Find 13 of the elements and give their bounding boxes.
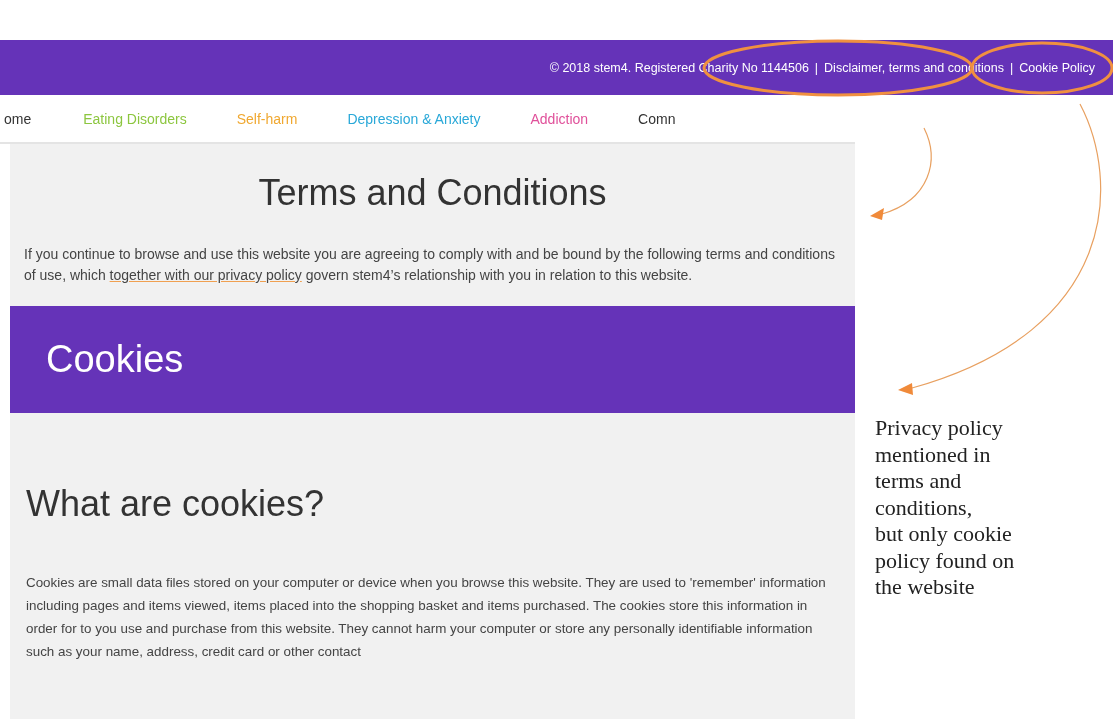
privacy-policy-link[interactable]: together with our privacy policy — [109, 267, 302, 283]
nav-link[interactable]: ome — [4, 110, 32, 127]
banner-title: Cookies — [46, 338, 184, 381]
footer-link[interactable]: Cookie Policy — [1019, 60, 1095, 75]
nav-link[interactable]: Comn — [638, 110, 676, 127]
separator: | — [814, 60, 819, 75]
annotation-note: Privacy policy mentioned in terms and conditions, but only cookie policy found on the website — [875, 415, 1015, 601]
cookies-paragraph: Cookies are small data files stored on your computer or device when you browse this website. They are used to 'remember' information including pages and items viewed, items placed into the shopping basket and items purchased. The cookies store this information in order for to you use and purchase from this website. They cannot harm your computer or store any personally identifiable information such as your name, address, credit card or other contact — [26, 574, 827, 661]
section-heading: What are cookies? — [26, 483, 326, 525]
page-heading: Terms and Conditions — [257, 171, 608, 214]
terms-paragraph: If you continue to browse and use this website you are agreeing to comply with and be bound by the following terms and conditions of use, which together with our privacy policy govern stem4’s relationship with you in relation to this website. — [24, 245, 836, 285]
nav-link[interactable]: Addiction — [530, 110, 589, 127]
separator: | — [1010, 60, 1014, 75]
